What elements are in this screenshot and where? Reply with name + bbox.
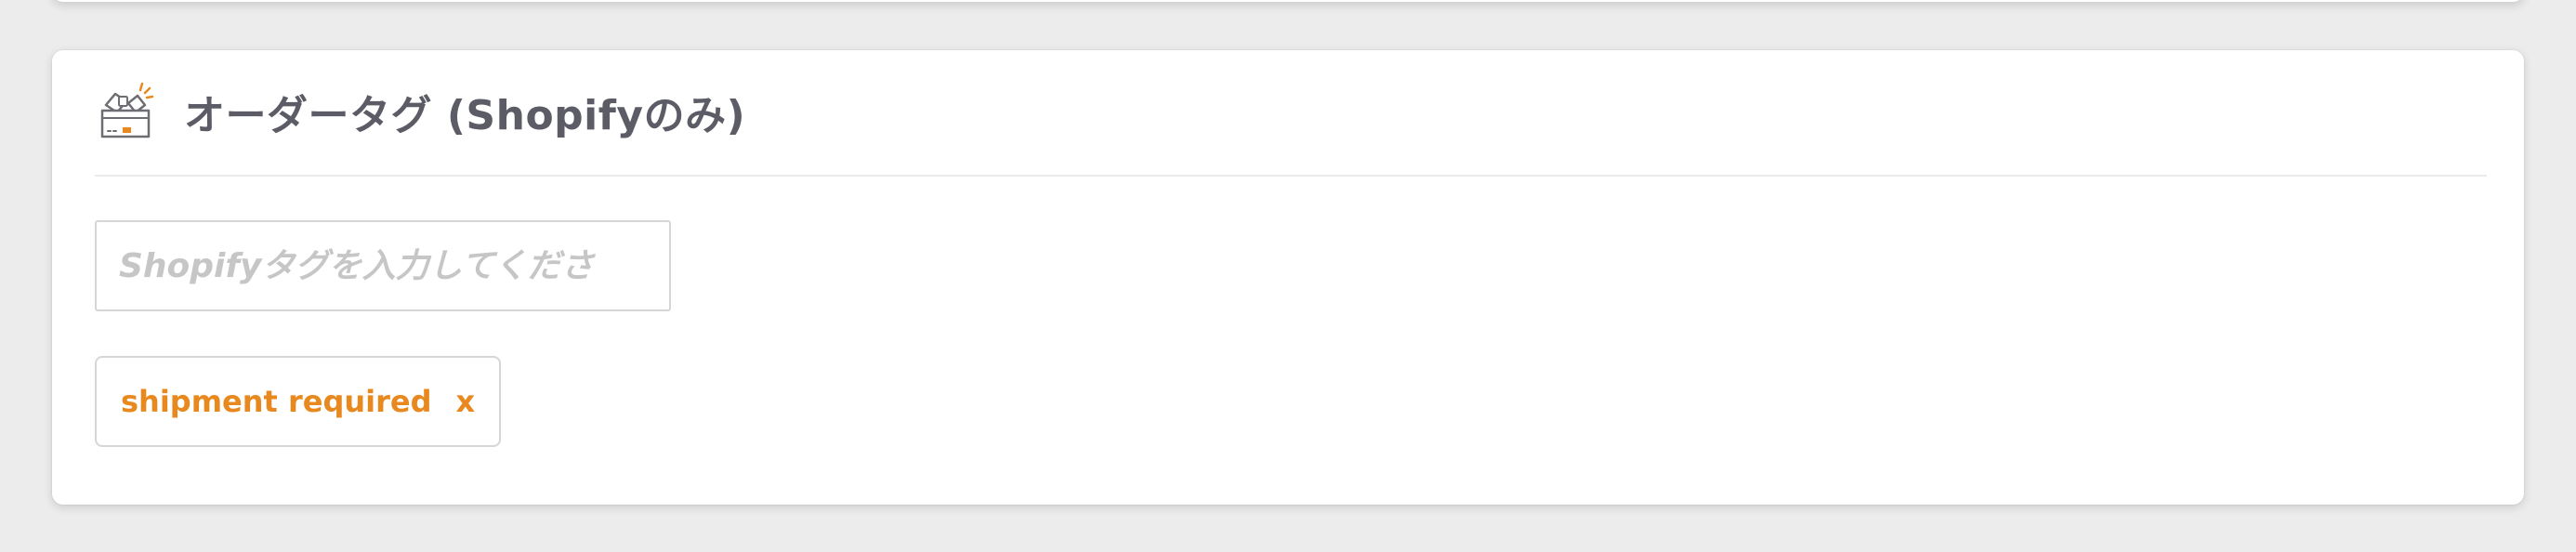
shopify-tag-input[interactable]: [95, 220, 671, 311]
tag-label: shipment required: [121, 384, 432, 419]
card-title: オーダータグ (Shopifyのみ): [184, 92, 746, 139]
tag-chip-shipment-required: shipment required x: [95, 356, 502, 447]
card-header: オーダータグ (Shopifyのみ): [95, 81, 746, 142]
open-box-icon: [95, 81, 156, 142]
remove-tag-button[interactable]: x: [456, 384, 476, 419]
order-tags-card: オーダータグ (Shopifyのみ) shipment required x: [52, 50, 2524, 505]
header-divider: [95, 175, 2487, 177]
previous-card: [52, 0, 2524, 2]
